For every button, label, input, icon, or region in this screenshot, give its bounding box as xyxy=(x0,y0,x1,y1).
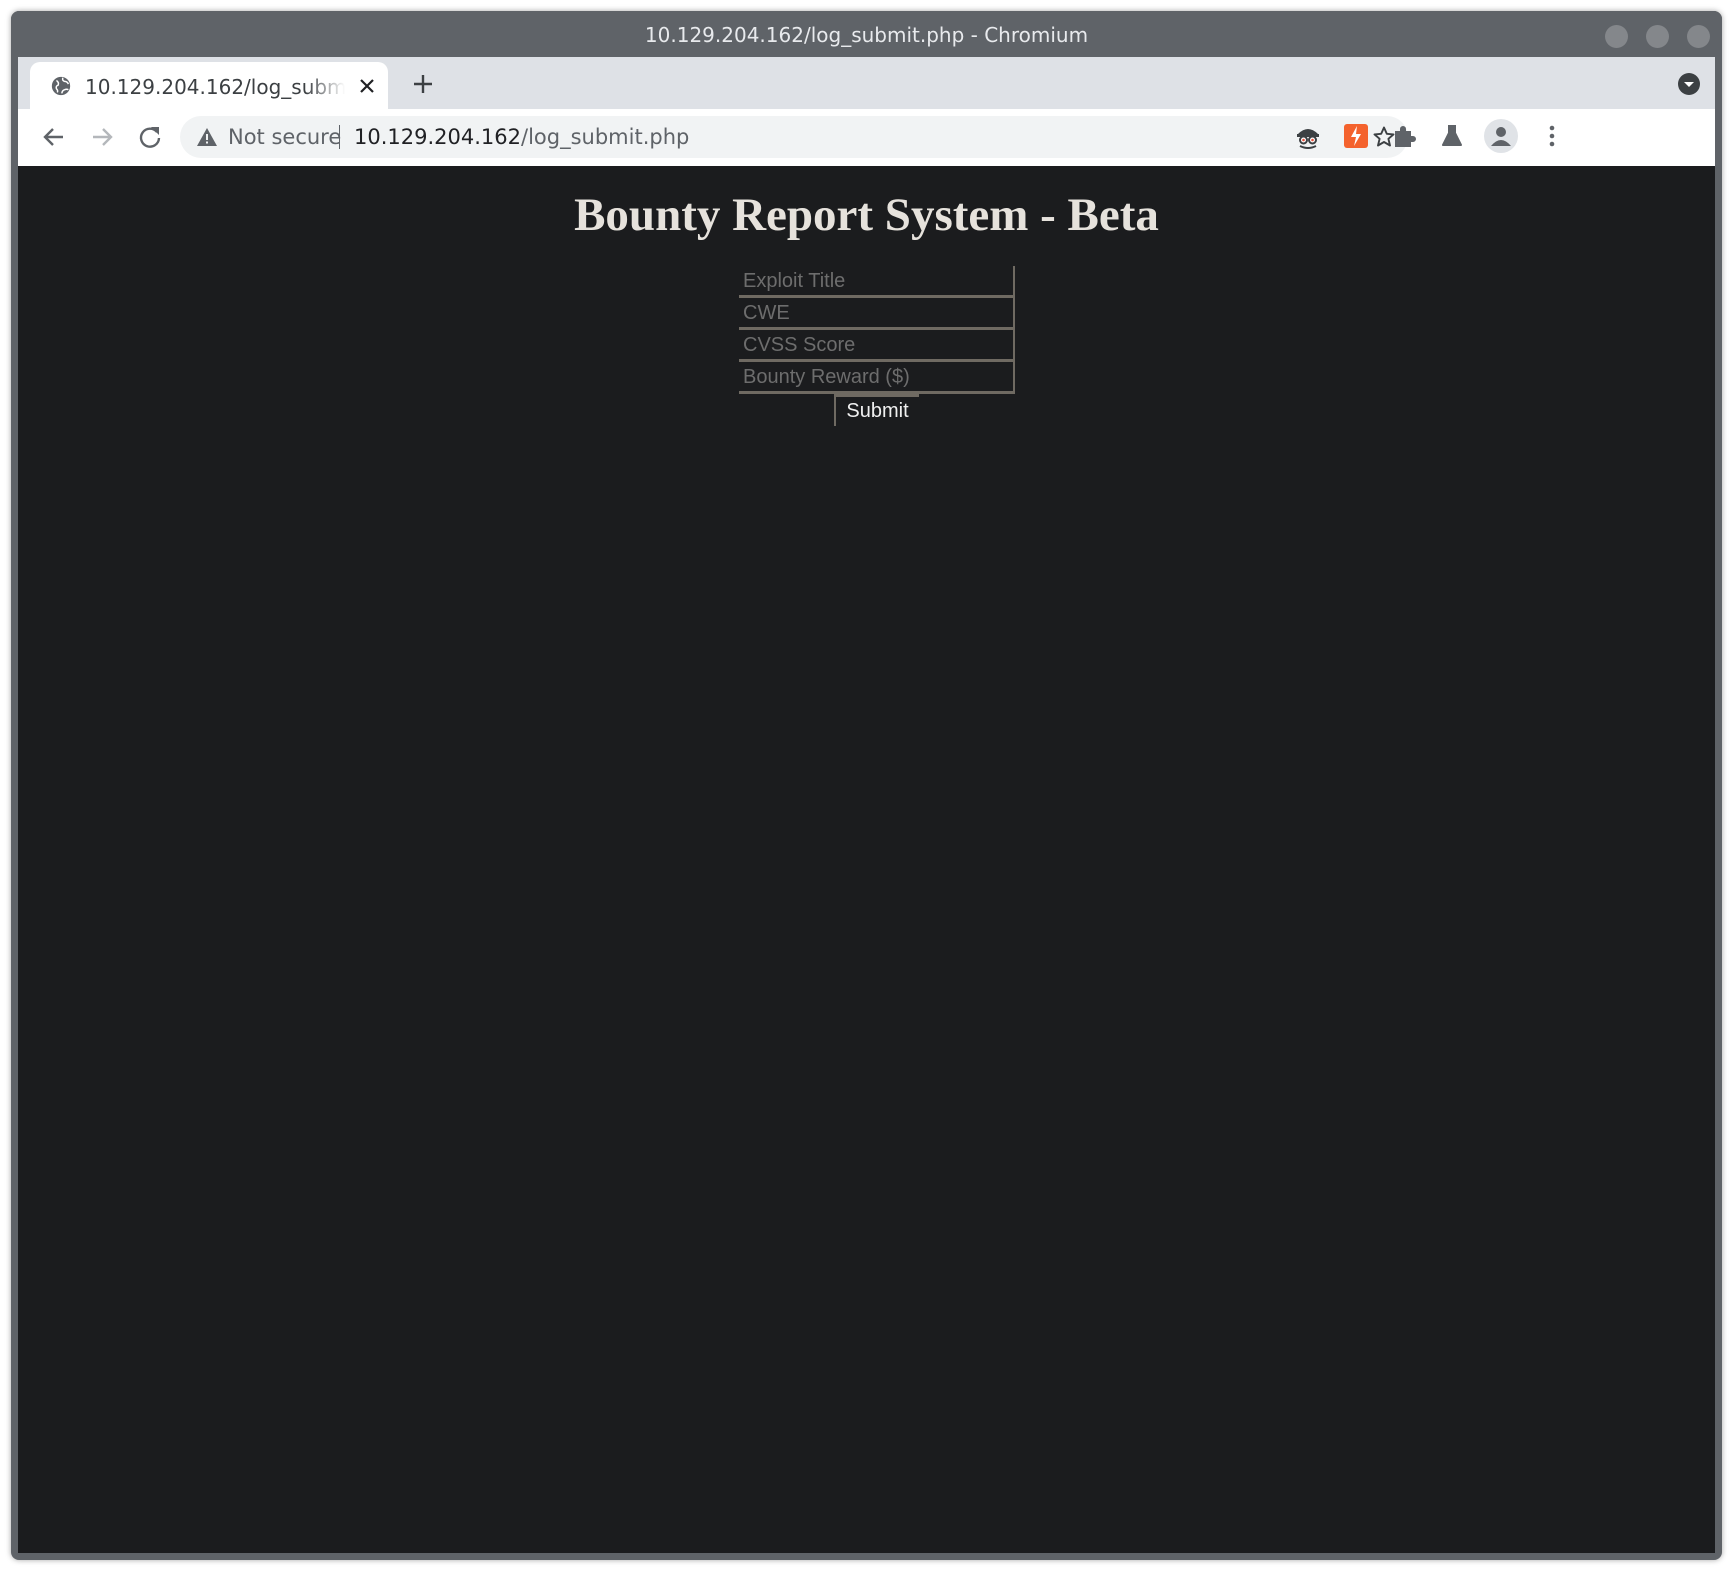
omnibox-separator xyxy=(339,125,340,149)
bounty-report-form: Submit xyxy=(739,266,1015,426)
close-window-button[interactable] xyxy=(1687,25,1710,48)
security-label[interactable]: Not secure xyxy=(228,125,341,149)
bounty-reward-input[interactable] xyxy=(739,362,1015,394)
tab-title: 10.129.204.162/log_submit.php xyxy=(85,75,345,99)
tab-strip: 10.129.204.162/log_submit.php xyxy=(18,57,1715,109)
exploit-title-input[interactable] xyxy=(739,266,1015,298)
tab-close-icon[interactable] xyxy=(355,74,379,98)
reload-icon[interactable] xyxy=(136,123,164,151)
new-tab-icon[interactable] xyxy=(411,72,435,96)
url-host: 10.129.204.162 xyxy=(354,125,521,149)
browser-window: 10.129.204.162/log_submit.php - Chromium… xyxy=(11,11,1722,1560)
submit-button[interactable]: Submit xyxy=(834,394,919,426)
cwe-input[interactable] xyxy=(739,298,1015,330)
forward-arrow-icon[interactable] xyxy=(88,123,116,151)
flask-icon[interactable] xyxy=(1438,122,1466,150)
address-bar[interactable]: Not secure 10.129.204.162/log_submit.php xyxy=(180,116,1408,158)
minimize-button[interactable] xyxy=(1605,25,1628,48)
cvss-score-input[interactable] xyxy=(739,330,1015,362)
title-bar: 10.129.204.162/log_submit.php - Chromium xyxy=(11,11,1722,57)
window-title: 10.129.204.162/log_submit.php - Chromium xyxy=(644,23,1089,47)
page-content: Bounty Report System - Beta Submit xyxy=(18,166,1715,1553)
maximize-button[interactable] xyxy=(1646,25,1669,48)
back-arrow-icon[interactable] xyxy=(40,123,68,151)
warning-icon[interactable] xyxy=(196,127,218,147)
page-title: Bounty Report System - Beta xyxy=(574,189,1159,241)
spy-extension-icon[interactable] xyxy=(1294,122,1322,150)
url-path: /log_submit.php xyxy=(521,125,690,149)
lightning-extension-icon[interactable] xyxy=(1342,122,1370,150)
tab-active[interactable]: 10.129.204.162/log_submit.php xyxy=(30,62,388,109)
tab-search-icon[interactable] xyxy=(1677,72,1701,96)
toolbar: Not secure 10.129.204.162/log_submit.php xyxy=(18,109,1715,167)
window-controls xyxy=(1605,25,1710,48)
extensions-puzzle-icon[interactable] xyxy=(1390,122,1418,150)
globe-icon xyxy=(51,76,71,96)
url-text[interactable]: 10.129.204.162/log_submit.php xyxy=(354,125,689,149)
kebab-menu-icon[interactable] xyxy=(1538,122,1566,150)
profile-avatar-icon[interactable] xyxy=(1484,119,1518,153)
